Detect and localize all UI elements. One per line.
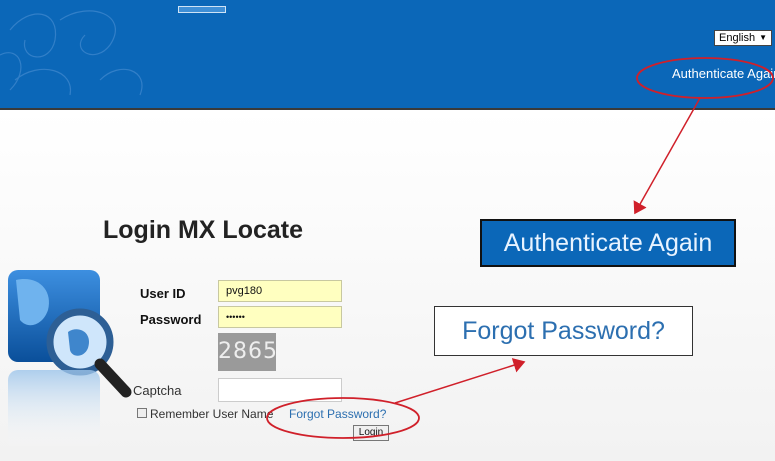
- captcha-input[interactable]: [218, 378, 342, 402]
- login-button[interactable]: Login: [353, 425, 389, 441]
- zoomed-forgot-password-callout: Forgot Password?: [434, 306, 693, 356]
- remember-user-name[interactable]: Remember User Name: [137, 407, 273, 421]
- zoomed-authenticate-again-callout: Authenticate Again: [480, 219, 736, 267]
- decorative-swirl-pattern: [0, 10, 143, 96]
- language-label: English: [719, 32, 756, 44]
- header-tab-indicator[interactable]: [178, 6, 226, 13]
- chevron-down-icon: ▼: [759, 33, 767, 42]
- password-input[interactable]: ••••••: [218, 306, 342, 328]
- captcha-label: Captcha: [133, 383, 182, 398]
- captcha-image: 2865: [218, 333, 277, 371]
- forgot-password-link[interactable]: Forgot Password?: [289, 407, 386, 421]
- language-select[interactable]: English ▼: [714, 30, 772, 46]
- authenticate-again-link[interactable]: Authenticate Again: [672, 66, 775, 81]
- password-label: Password: [140, 312, 202, 327]
- globe-magnifier-logo-icon: [8, 270, 132, 450]
- remember-label: Remember User Name: [150, 407, 274, 421]
- header-banner: English ▼ Authenticate Again: [0, 0, 775, 110]
- user-id-input[interactable]: pvg180: [218, 280, 342, 302]
- user-id-label: User ID: [140, 286, 186, 301]
- page-title: Login MX Locate: [103, 216, 303, 244]
- remember-checkbox[interactable]: [137, 408, 147, 418]
